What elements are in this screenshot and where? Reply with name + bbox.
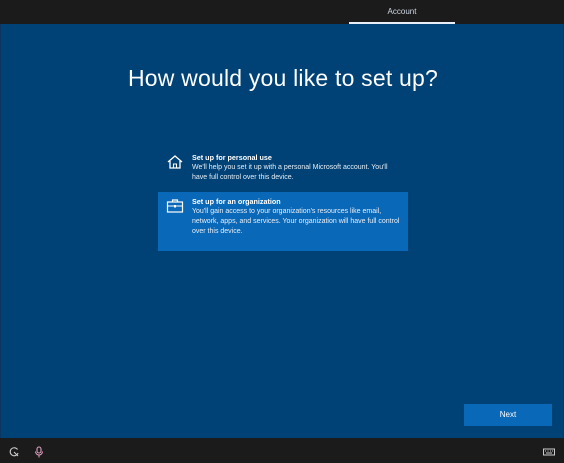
- option-title: Set up for personal use: [192, 153, 272, 162]
- keyboard-icon[interactable]: [543, 445, 555, 457]
- home-icon: [166, 154, 184, 170]
- bottom-bar: [0, 438, 564, 463]
- top-bar: Account: [0, 0, 564, 24]
- option-personal-use[interactable]: Set up for personal use We'll help you s…: [158, 148, 408, 188]
- next-button[interactable]: Next: [464, 404, 552, 426]
- page-title: How would you like to set up?: [127, 65, 439, 91]
- tab-account: Account: [387, 7, 417, 16]
- microphone-icon[interactable]: [33, 445, 45, 458]
- option-description: You'll gain access to your organization'…: [192, 208, 400, 235]
- option-description: We'll help you set it up with a personal…: [192, 164, 388, 181]
- option-organization[interactable]: Set up for an organization You'll gain a…: [158, 192, 408, 251]
- option-title: Set up for an organization: [192, 197, 281, 206]
- setup-panel: How would you like to set up? Set up for…: [0, 24, 564, 438]
- briefcase-icon: [166, 198, 184, 214]
- ease-of-access-icon[interactable]: [8, 445, 20, 457]
